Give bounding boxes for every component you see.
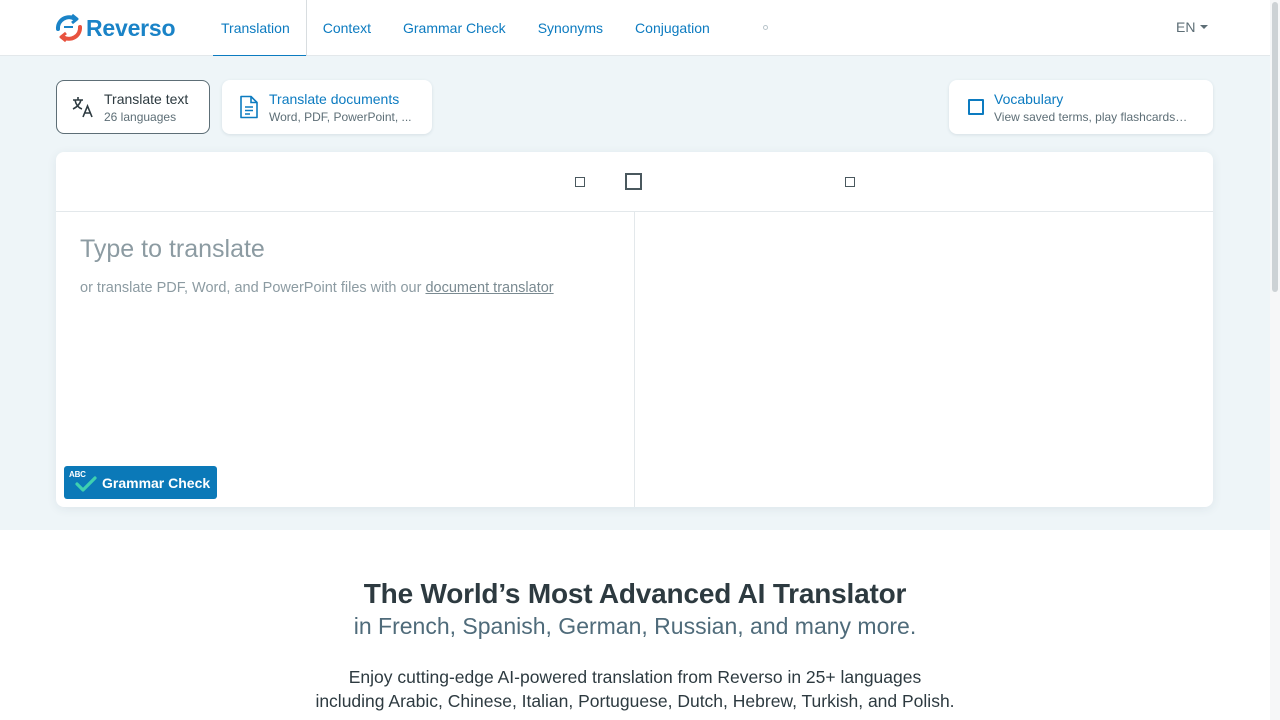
swap-languages-button[interactable]: [625, 173, 642, 190]
nav-conjugation[interactable]: Conjugation: [619, 0, 726, 56]
hero-subtitle: in French, Spanish, German, Russian, and…: [353, 613, 917, 639]
bookmark-square-icon: [968, 99, 984, 115]
reverso-logo[interactable]: Reverso: [55, 13, 176, 43]
mode-docs-subtitle: Word, PDF, PowerPoint, ...: [269, 109, 412, 124]
mode-text-labels: Translate text 26 languages: [104, 90, 188, 125]
mode-text-subtitle: 26 languages: [104, 109, 177, 124]
translate-icon: [72, 97, 93, 118]
mode-text-title: Translate text: [104, 90, 189, 107]
nav-synonyms[interactable]: Synonyms: [522, 0, 619, 56]
vocabulary-subtitle: View saved terms, play flashcards…: [994, 109, 1188, 124]
grammar-check-button[interactable]: ABC Grammar Check: [64, 466, 217, 499]
hero-description: Enjoy cutting-edge AI-powered translatio…: [0, 665, 1270, 713]
reverso-logo-icon: [56, 13, 82, 43]
abc-check-icon: ABC: [68, 466, 98, 499]
nav-translation[interactable]: Translation: [205, 0, 307, 57]
vocabulary-labels: Vocabulary View saved terms, play flashc…: [994, 90, 1187, 125]
hero-title: The World’s Most Advanced AI Translator: [363, 578, 907, 609]
grammar-check-label: Grammar Check: [102, 474, 211, 491]
interface-language-select[interactable]: EN: [1176, 19, 1209, 35]
main-nav: Translation Context Grammar Check Synony…: [205, 0, 726, 57]
page-scrollbar[interactable]: [1270, 0, 1280, 720]
source-language-select[interactable]: [575, 177, 585, 187]
hint-text: or translate PDF, Word, and PowerPoint f…: [80, 280, 426, 296]
translator-section: Translate text 26 languages Translate do…: [0, 56, 1270, 530]
nav-grammar-check[interactable]: Grammar Check: [387, 0, 522, 56]
top-header: Reverso Translation Context Grammar Chec…: [0, 0, 1270, 57]
nav-context[interactable]: Context: [307, 0, 387, 56]
language-code: EN: [1176, 19, 1196, 35]
vocabulary-card[interactable]: Vocabulary View saved terms, play flashc…: [949, 80, 1213, 134]
chevron-down-icon: [1200, 25, 1209, 29]
mode-translate-documents[interactable]: Translate documents Word, PDF, PowerPoin…: [222, 80, 432, 134]
target-language-select[interactable]: [845, 177, 855, 187]
scrollbar-thumb[interactable]: [1272, 2, 1278, 292]
language-toolbar: [56, 152, 1213, 212]
hero-description-line-2: including Arabic, Chinese, Italian, Port…: [315, 691, 955, 711]
mode-docs-title: Translate documents: [269, 90, 400, 107]
hero-description-line-1: Enjoy cutting-edge AI-powered translatio…: [348, 667, 922, 687]
mode-translate-text[interactable]: Translate text 26 languages: [56, 80, 210, 134]
mode-docs-labels: Translate documents Word, PDF, PowerPoin…: [269, 90, 412, 125]
source-text-input[interactable]: [80, 235, 610, 264]
document-translator-link[interactable]: document translator: [425, 280, 553, 296]
brand-name: Reverso: [86, 14, 176, 41]
check-icon: [75, 476, 97, 492]
vocabulary-title: Vocabulary: [994, 90, 1064, 107]
document-hint: or translate PDF, Word, and PowerPoint f…: [80, 280, 554, 296]
translation-output[interactable]: [635, 213, 1213, 507]
document-icon: [240, 95, 258, 119]
nav-more-dot-icon[interactable]: [763, 25, 768, 30]
translator-panel: or translate PDF, Word, and PowerPoint f…: [56, 152, 1213, 507]
